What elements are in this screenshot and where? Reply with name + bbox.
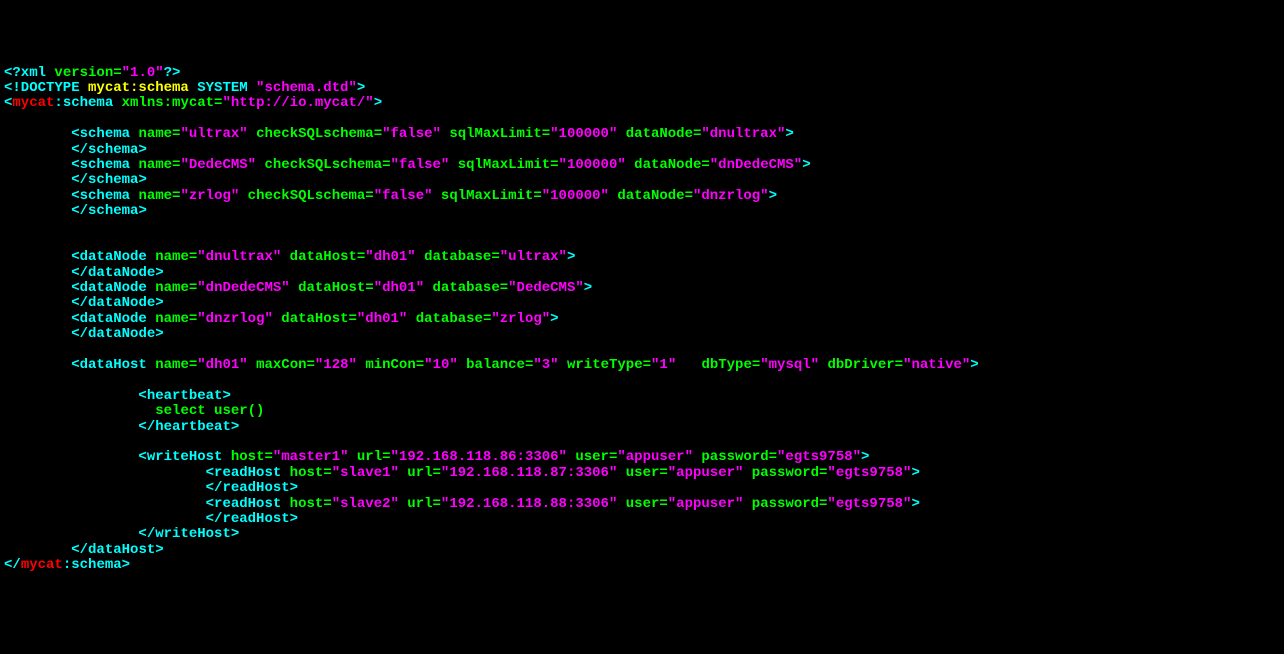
readhost-slave1: <readHost host="slave1" url="192.168.118… xyxy=(206,465,920,481)
heartbeat-text: select user() xyxy=(138,403,264,419)
writehost-open: <writeHost host="master1" url="192.168.1… xyxy=(138,449,869,465)
root-close: </mycat:schema> xyxy=(4,557,130,573)
datahost-close: </dataHost> xyxy=(71,542,163,558)
readhost-close: </readHost> xyxy=(206,511,298,527)
schema-ultrax: <schema name="ultrax" checkSQLschema="fa… xyxy=(71,126,794,142)
schema-dedecms: <schema name="DedeCMS" checkSQLschema="f… xyxy=(71,157,810,173)
root-open: <mycat:schema xmlns:mycat="http://io.myc… xyxy=(4,95,382,111)
doctype-line: <!DOCTYPE mycat:schema SYSTEM "schema.dt… xyxy=(4,80,365,96)
heartbeat-open: <heartbeat> xyxy=(138,388,230,404)
heartbeat-close: </heartbeat> xyxy=(138,419,239,435)
datahost-open: <dataHost name="dh01" maxCon="128" minCo… xyxy=(71,357,978,373)
schema-close: </schema> xyxy=(71,142,147,158)
schema-zrlog: <schema name="zrlog" checkSQLschema="fal… xyxy=(71,188,777,204)
xml-code-block: <?xml version="1.0"?> <!DOCTYPE mycat:sc… xyxy=(4,66,1280,574)
schema-close: </schema> xyxy=(71,172,147,188)
schema-close: </schema> xyxy=(71,203,147,219)
writehost-close: </writeHost> xyxy=(138,526,239,542)
readhost-close: </readHost> xyxy=(206,480,298,496)
datanode-close: </dataNode> xyxy=(71,326,163,342)
datanode-dedecms: <dataNode name="dnDedeCMS" dataHost="dh0… xyxy=(71,280,592,296)
readhost-slave2: <readHost host="slave2" url="192.168.118… xyxy=(206,496,920,512)
datanode-close: </dataNode> xyxy=(71,295,163,311)
datanode-ultrax: <dataNode name="dnultrax" dataHost="dh01… xyxy=(71,249,575,265)
datanode-close: </dataNode> xyxy=(71,265,163,281)
datanode-zrlog: <dataNode name="dnzrlog" dataHost="dh01"… xyxy=(71,311,558,327)
xml-declaration: <?xml version="1.0"?> xyxy=(4,65,180,81)
